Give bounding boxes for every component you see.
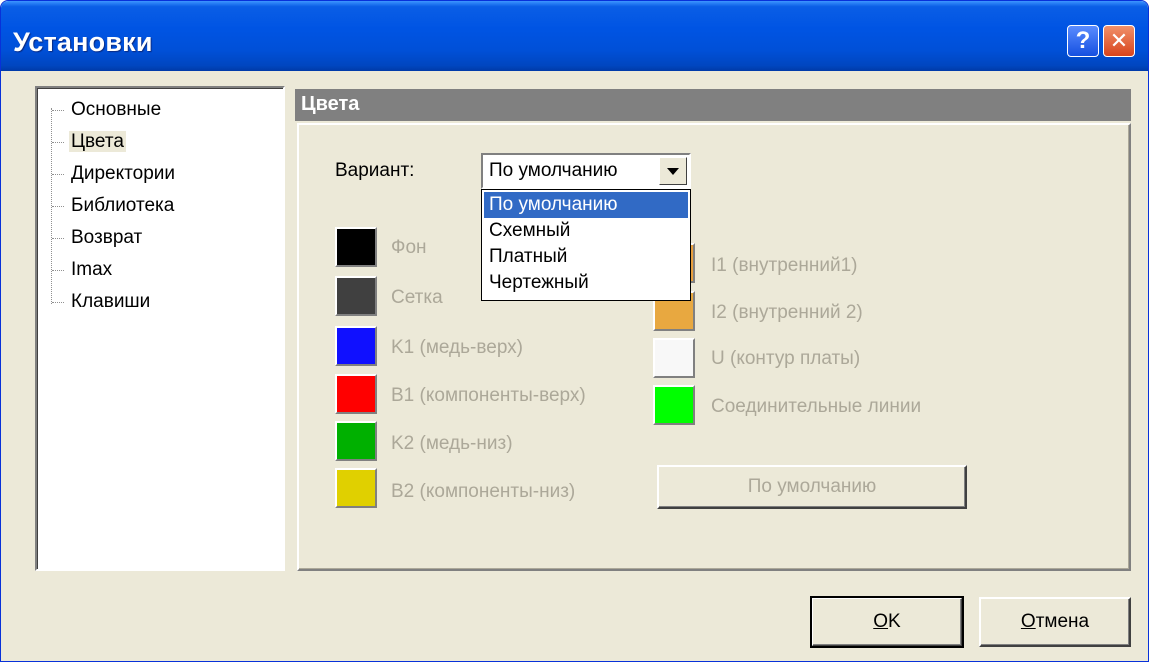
ok-button-label: OK xyxy=(873,611,901,632)
tree-item-keys[interactable]: Клавиши xyxy=(51,288,276,320)
settings-tree[interactable]: Основные Цвета Директории Библиотека Воз… xyxy=(35,86,285,571)
title-bar[interactable]: Установки ? ✕ xyxy=(1,1,1148,71)
section-header: Цвета xyxy=(295,89,1131,121)
color-label-grid: Сетка xyxy=(391,287,443,308)
tree-item-label: Цвета xyxy=(69,131,126,152)
variant-option-drawing[interactable]: Чертежный xyxy=(484,270,688,296)
color-label-connections: Соединительные линии xyxy=(711,396,922,417)
cancel-button-label: Отмена xyxy=(1020,611,1090,632)
tree-item-label: Клавиши xyxy=(71,291,151,312)
color-label-b1: B1 (компоненты-верх) xyxy=(391,385,586,406)
tree-item-label: Возврат xyxy=(71,227,143,248)
window-title: Установки xyxy=(13,27,153,57)
variant-option-board[interactable]: Платный xyxy=(484,244,688,270)
color-label-u: U (контур платы) xyxy=(711,348,861,369)
tree-item-label: Основные xyxy=(71,99,162,120)
restore-default-colors-label: По умолчанию xyxy=(747,476,877,497)
color-label-b2: B2 (компоненты-низ) xyxy=(391,481,576,502)
color-swatch-connections[interactable] xyxy=(653,385,695,425)
color-swatch-k1[interactable] xyxy=(335,326,377,366)
variant-dropdown-list: По умолчанию Схемный Платный Чертежный xyxy=(481,189,691,301)
tree-item-imax[interactable]: Imax xyxy=(51,256,276,288)
tree-item-label: Директории xyxy=(71,163,175,184)
close-icon: ✕ xyxy=(1109,28,1129,53)
chevron-down-icon xyxy=(667,167,679,175)
restore-default-colors-button[interactable]: По умолчанию xyxy=(657,465,967,509)
dialog-body: Основные Цвета Директории Библиотека Воз… xyxy=(5,71,1144,657)
section-title: Цвета xyxy=(301,93,360,115)
color-swatch-background[interactable] xyxy=(335,227,377,267)
variant-label: Вариант: xyxy=(335,160,415,181)
color-label-i1: I1 (внутренний1) xyxy=(711,255,858,276)
variant-select-value: По умолчанию xyxy=(489,160,618,181)
variant-dropdown-button[interactable] xyxy=(659,157,687,185)
tree-item-label: Библиотека xyxy=(71,195,175,216)
tree-item-directories[interactable]: Директории xyxy=(51,160,276,192)
help-button[interactable]: ? xyxy=(1067,25,1099,57)
color-label-k2: K2 (медь-низ) xyxy=(391,433,513,454)
tree-item-library[interactable]: Библиотека xyxy=(51,192,276,224)
close-button[interactable]: ✕ xyxy=(1103,25,1135,57)
variant-option-schematic[interactable]: Схемный xyxy=(484,218,688,244)
color-swatch-b2[interactable] xyxy=(335,468,377,508)
settings-dialog: Установки ? ✕ Основные Цвета Директории … xyxy=(0,0,1149,662)
variant-select[interactable]: По умолчанию xyxy=(481,153,691,189)
tree-list: Основные Цвета Директории Библиотека Воз… xyxy=(51,96,276,320)
color-swatch-k2[interactable] xyxy=(335,421,377,461)
tree-item-label: Imax xyxy=(71,259,113,280)
color-swatch-b1[interactable] xyxy=(335,374,377,414)
cancel-button[interactable]: Отмена xyxy=(979,597,1131,647)
color-swatch-grid[interactable] xyxy=(335,276,377,316)
tree-item-undo[interactable]: Возврат xyxy=(51,224,276,256)
tree-item-colors[interactable]: Цвета xyxy=(51,128,276,160)
ok-button[interactable]: OK xyxy=(810,596,964,648)
color-swatch-u[interactable] xyxy=(653,338,695,378)
color-label-k1: K1 (медь-верх) xyxy=(391,337,523,358)
help-icon: ? xyxy=(1075,27,1091,54)
color-label-background: Фон xyxy=(391,237,427,258)
tree-item-basic[interactable]: Основные xyxy=(51,96,276,128)
variant-option-default[interactable]: По умолчанию xyxy=(484,192,688,218)
color-label-i2: I2 (внутренний 2) xyxy=(711,302,863,323)
